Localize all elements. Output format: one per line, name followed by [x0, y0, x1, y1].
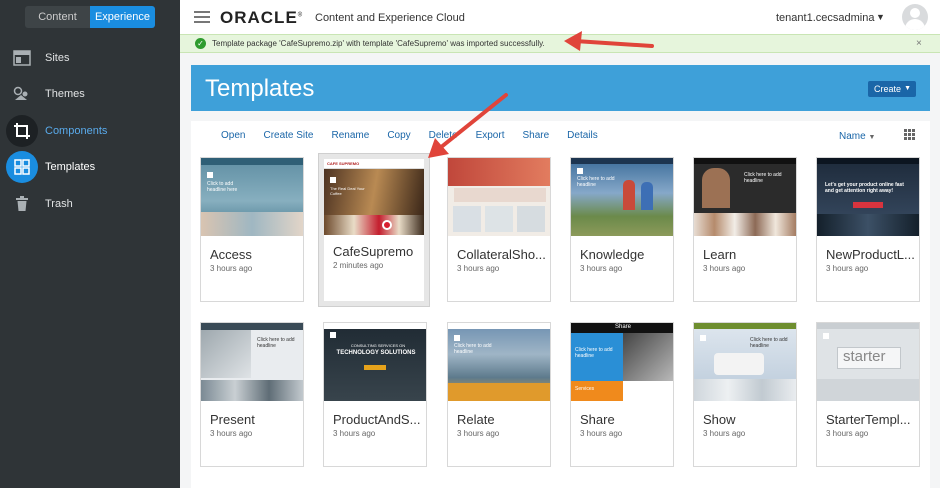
template-time: 3 hours ago — [826, 264, 869, 273]
template-thumbnail: starter — [817, 323, 919, 401]
template-card-productandservices[interactable]: CONSULTING SERVICES ON TECHNOLOGY SOLUTI… — [323, 322, 427, 467]
experience-tab[interactable]: Experience — [90, 6, 155, 28]
template-time: 3 hours ago — [210, 264, 253, 273]
sidebar-item-label: Themes — [45, 88, 85, 100]
sidebar-item-trash[interactable]: Trash — [0, 186, 180, 222]
sidebar-item-label: Templates — [45, 161, 96, 173]
rename-button[interactable]: Rename — [332, 130, 370, 141]
caret-down-icon[interactable]: ▼ — [876, 12, 885, 22]
template-name: ProductAndS... — [333, 412, 421, 427]
template-card-share[interactable]: Share Click here to add headline Service… — [570, 322, 674, 467]
sidebar-item-label: Components — [45, 125, 108, 137]
sidebar-item-templates[interactable]: Templates — [0, 149, 180, 185]
template-thumbnail: CONSULTING SERVICES ON TECHNOLOGY SOLUTI… — [324, 323, 426, 401]
mode-toggle: Content Experience — [25, 6, 155, 28]
template-card-relate[interactable]: Click here to add headline Relate 3 hour… — [447, 322, 551, 467]
templates-icon — [6, 151, 38, 183]
template-time: 3 hours ago — [333, 429, 376, 438]
template-thumbnail: CAFE SUPREMO The Real Deal Your Coffee — [324, 159, 424, 235]
template-card-newproductlaunch[interactable]: Let's get your product online fast and g… — [816, 157, 920, 302]
template-thumbnail — [448, 158, 550, 236]
sidebar-item-label: Trash — [45, 198, 73, 210]
share-button[interactable]: Share — [522, 130, 549, 141]
template-card-access[interactable]: Click to add headline here Access 3 hour… — [200, 157, 304, 302]
template-name: Show — [703, 412, 736, 427]
template-name: NewProductL... — [826, 247, 915, 262]
avatar[interactable] — [902, 4, 928, 30]
template-card-startertemplate[interactable]: starter StarterTempl... 3 hours ago — [816, 322, 920, 467]
template-thumbnail: Let's get your product online fast and g… — [817, 158, 919, 236]
sidebar-item-sites[interactable]: Sites — [0, 40, 180, 76]
template-name: CollateralSho... — [457, 247, 546, 262]
themes-icon — [8, 80, 36, 108]
template-card-present[interactable]: Click here to add headline Present 3 hou… — [200, 322, 304, 467]
sidebar-item-themes[interactable]: Themes — [0, 76, 180, 112]
template-thumbnail: Click here to add headline — [201, 323, 303, 401]
trash-icon — [8, 190, 36, 218]
template-time: 3 hours ago — [457, 429, 500, 438]
delete-button[interactable]: Delete — [429, 130, 458, 141]
template-time: 3 hours ago — [826, 429, 869, 438]
menu-icon[interactable] — [194, 11, 210, 23]
template-name: Knowledge — [580, 247, 645, 262]
template-time: 3 hours ago — [457, 264, 500, 273]
banner-message: Template package 'CafeSupremo.zip' with … — [212, 39, 545, 48]
template-card-learn[interactable]: Click here to add headline Learn 3 hours… — [693, 157, 797, 302]
template-thumbnail: Click here to add headline — [448, 323, 550, 401]
sites-icon — [8, 44, 36, 72]
sidebar: Content Experience Sites Themes Componen… — [0, 0, 180, 488]
templates-panel: Open Create Site Rename Copy Delete Expo… — [191, 121, 930, 488]
page-title: Templates — [205, 75, 315, 102]
sidebar-item-label: Sites — [45, 52, 70, 64]
sidebar-item-components[interactable]: Components — [0, 113, 180, 149]
template-name: Access — [210, 247, 252, 262]
export-button[interactable]: Export — [476, 130, 505, 141]
success-banner: ✓ Template package 'CafeSupremo.zip' wit… — [180, 34, 940, 53]
chevron-down-icon: ▼ — [868, 134, 876, 141]
check-icon: ✓ — [195, 38, 206, 49]
content-tab[interactable]: Content — [25, 6, 90, 28]
page-header: Templates Create ▼ — [191, 65, 930, 111]
open-button[interactable]: Open — [221, 130, 245, 141]
create-button[interactable]: Create ▼ — [868, 81, 916, 97]
details-button[interactable]: Details — [567, 130, 598, 141]
create-site-button[interactable]: Create Site — [263, 130, 313, 141]
components-icon — [6, 115, 38, 147]
template-card-collateralshowcase[interactable]: CollateralSho... 3 hours ago — [447, 157, 551, 302]
user-menu[interactable]: tenant1.cecsadmina — [776, 12, 874, 24]
template-name: Relate — [457, 412, 495, 427]
template-card-show[interactable]: Click here to add headline Show 3 hours … — [693, 322, 797, 467]
template-time: 3 hours ago — [580, 429, 623, 438]
template-thumbnail: Share Click here to add headline Service… — [571, 323, 673, 401]
template-thumbnail: Click here to add headline — [694, 323, 796, 401]
template-thumbnail: Click to add headline here — [201, 158, 303, 236]
template-time: 3 hours ago — [580, 264, 623, 273]
template-name: StarterTempl... — [826, 412, 911, 427]
template-time: 3 hours ago — [703, 429, 746, 438]
sort-dropdown[interactable]: Name ▼ — [839, 131, 875, 142]
template-time: 2 minutes ago — [333, 261, 384, 270]
oracle-logo: ORACLE® — [220, 8, 304, 27]
template-card-knowledge[interactable]: Click here to add headline Knowledge 3 h… — [570, 157, 674, 302]
copy-button[interactable]: Copy — [387, 130, 410, 141]
close-icon[interactable]: × — [916, 38, 922, 49]
top-header: ORACLE® Content and Experience Cloud ten… — [180, 0, 940, 36]
template-time: 3 hours ago — [703, 264, 746, 273]
template-thumbnail: Click here to add headline — [694, 158, 796, 236]
template-name: Share — [580, 412, 615, 427]
product-name: Content and Experience Cloud — [315, 12, 465, 24]
template-card-cafesupremo[interactable]: CAFE SUPREMO The Real Deal Your Coffee C… — [319, 154, 429, 306]
action-toolbar: Open Create Site Rename Copy Delete Expo… — [221, 130, 616, 141]
template-thumbnail: Click here to add headline — [571, 158, 673, 236]
template-name: CafeSupremo — [333, 244, 414, 259]
template-name: Present — [210, 412, 255, 427]
chevron-down-icon: ▼ — [904, 85, 911, 92]
template-name: Learn — [703, 247, 737, 262]
template-time: 3 hours ago — [210, 429, 253, 438]
grid-view-icon[interactable] — [904, 129, 915, 140]
